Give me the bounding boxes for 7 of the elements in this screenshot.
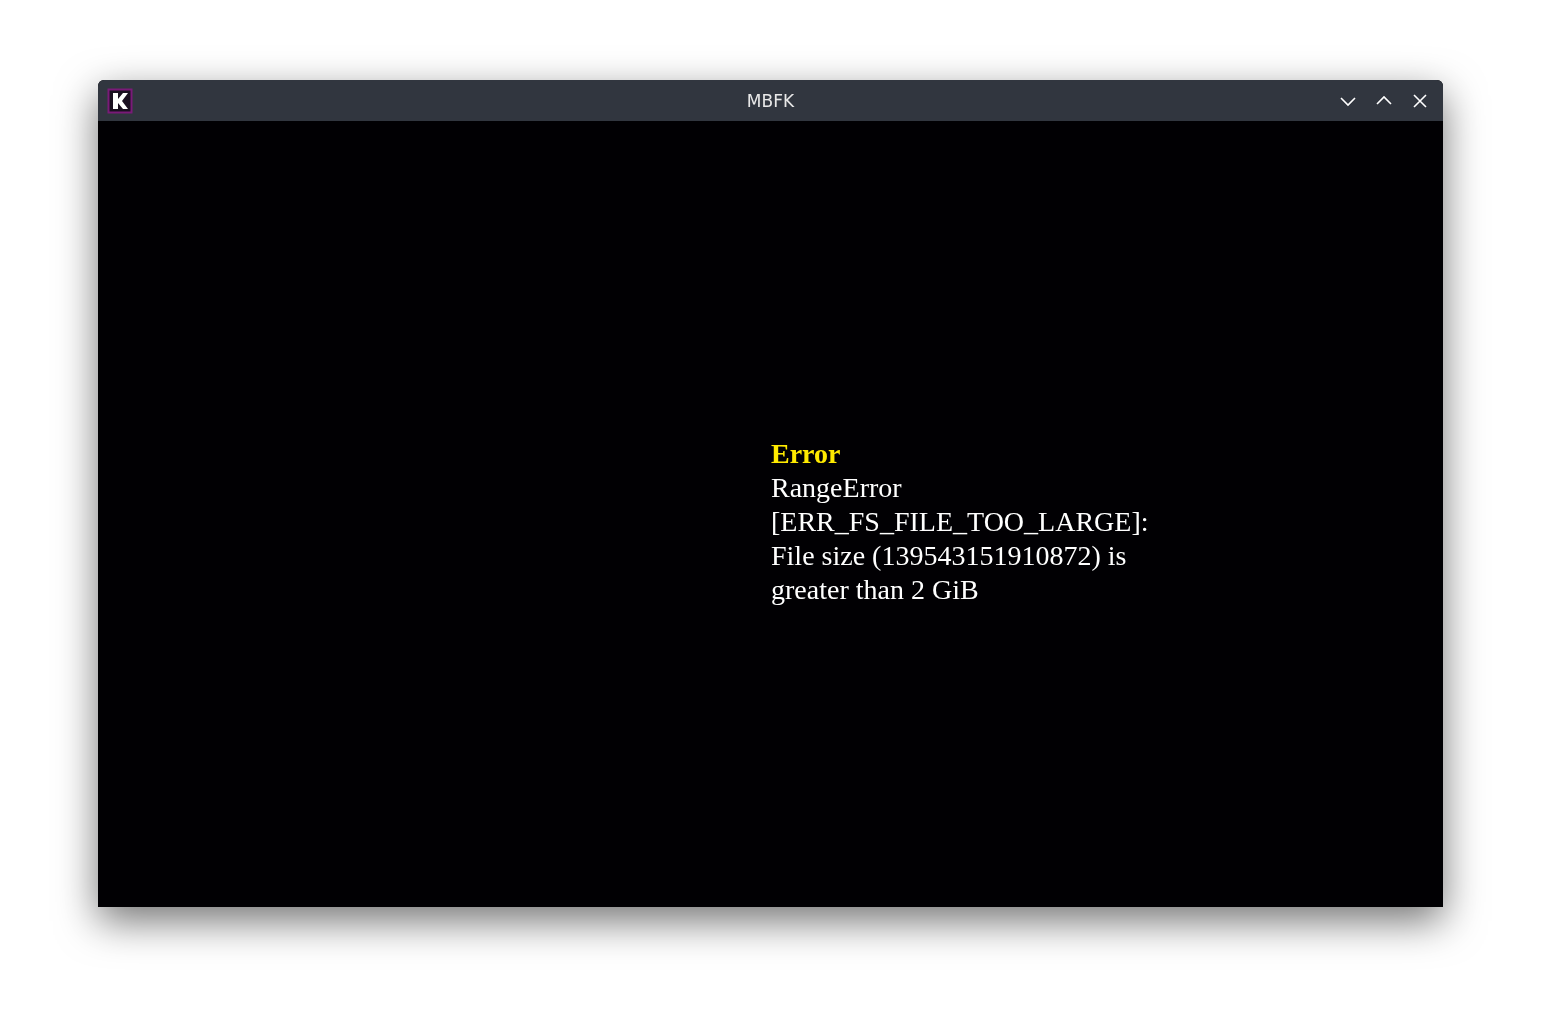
error-heading: Error: [771, 437, 841, 471]
chevron-up-icon: [1375, 94, 1393, 107]
app-logo-icon: [107, 87, 133, 114]
close-icon: [1412, 92, 1428, 109]
chevron-down-icon: [1339, 94, 1357, 107]
window-title: MBFK: [746, 90, 795, 111]
error-message: RangeError [ERR_FS_FILE_TOO_LARGE]: File size (139543151910872) is greater than 2 GiB: [771, 471, 1149, 607]
